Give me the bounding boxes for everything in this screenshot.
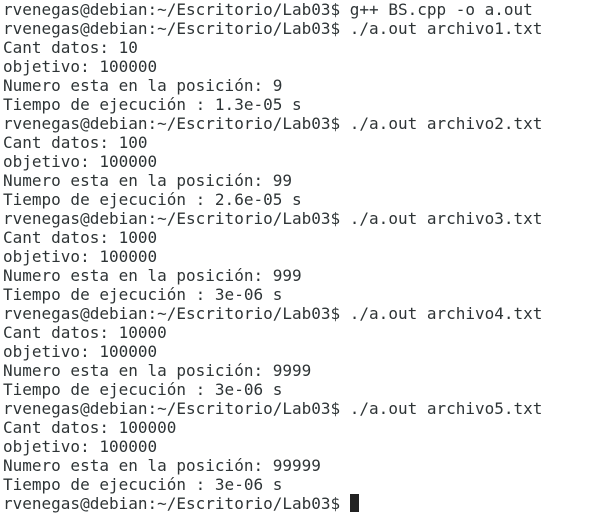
terminal-line-13: Cant datos: 1000 <box>3 228 158 247</box>
terminal-line-18: Cant datos: 10000 <box>3 323 167 342</box>
terminal-line-3: Cant datos: 10 <box>3 38 138 57</box>
terminal-line-8: Cant datos: 100 <box>3 133 148 152</box>
terminal-line-11: Tiempo de ejecución : 2.6e-05 s <box>3 190 302 209</box>
terminal-line-16: Tiempo de ejecución : 3e-06 s <box>3 285 283 304</box>
terminal-line-14: objetivo: 100000 <box>3 247 158 266</box>
terminal-line-23: Cant datos: 100000 <box>3 418 177 437</box>
terminal-line-25: Numero esta en la posición: 99999 <box>3 456 321 475</box>
terminal-line-1: rvenegas@debian:~/Escritorio/Lab03$ g++ … <box>3 0 533 19</box>
terminal-line-12: rvenegas@debian:~/Escritorio/Lab03$ ./a.… <box>3 209 543 228</box>
terminal-line-19: objetivo: 100000 <box>3 342 158 361</box>
terminal-current-line[interactable]: rvenegas@debian:~/Escritorio/Lab03$ <box>3 494 595 514</box>
terminal-line-20: Numero esta en la posición: 9999 <box>3 361 312 380</box>
terminal-line-2: rvenegas@debian:~/Escritorio/Lab03$ ./a.… <box>3 19 543 38</box>
terminal-line-17: rvenegas@debian:~/Escritorio/Lab03$ ./a.… <box>3 304 543 323</box>
terminal-line-24: objetivo: 100000 <box>3 437 158 456</box>
terminal-output[interactable]: rvenegas@debian:~/Escritorio/Lab03$ g++ … <box>3 0 595 521</box>
terminal-window[interactable]: rvenegas@debian:~/Escritorio/Lab03$ g++ … <box>0 0 598 521</box>
terminal-line-5: Numero esta en la posición: 9 <box>3 76 283 95</box>
terminal-cursor <box>349 494 359 512</box>
terminal-line-15: Numero esta en la posición: 999 <box>3 266 302 285</box>
terminal-current-prompt: rvenegas@debian:~/Escritorio/Lab03$ <box>3 494 350 513</box>
terminal-line-21: Tiempo de ejecución : 3e-06 s <box>3 380 283 399</box>
terminal-line-22: rvenegas@debian:~/Escritorio/Lab03$ ./a.… <box>3 399 543 418</box>
terminal-line-7: rvenegas@debian:~/Escritorio/Lab03$ ./a.… <box>3 114 543 133</box>
terminal-line-6: Tiempo de ejecución : 1.3e-05 s <box>3 95 302 114</box>
terminal-line-10: Numero esta en la posición: 99 <box>3 171 292 190</box>
terminal-line-4: objetivo: 100000 <box>3 57 158 76</box>
terminal-line-9: objetivo: 100000 <box>3 152 158 171</box>
terminal-line-26: Tiempo de ejecución : 3e-06 s <box>3 475 283 494</box>
